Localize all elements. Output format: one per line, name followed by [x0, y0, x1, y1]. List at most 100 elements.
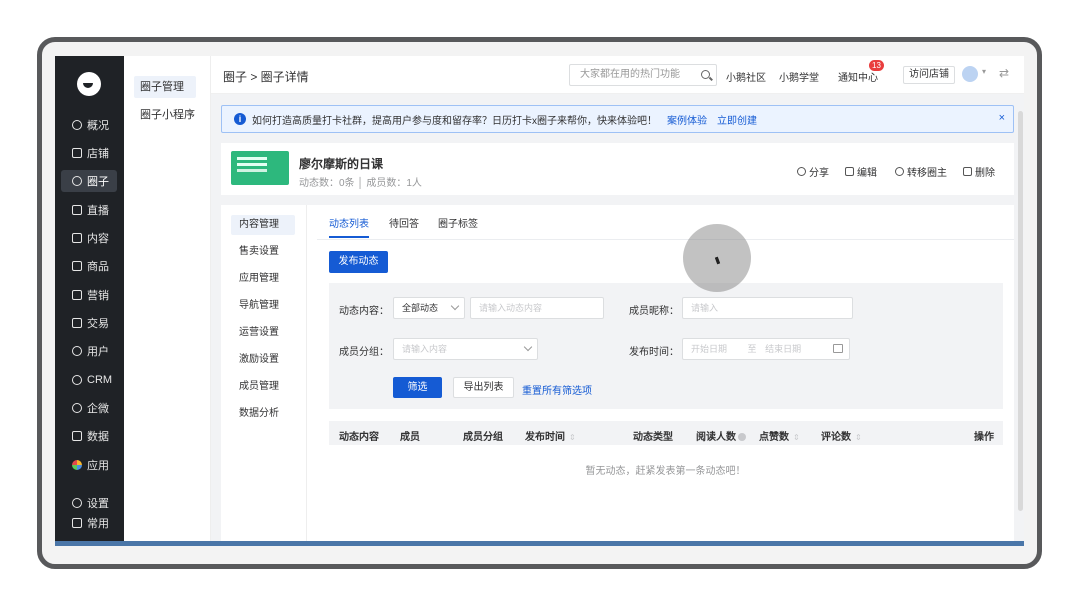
delete-button[interactable]: 删除 — [963, 164, 995, 179]
nav-item-overview[interactable]: 概况 — [61, 114, 117, 136]
subnav-item-circle-manage[interactable]: 圈子管理 — [134, 76, 196, 98]
tab-pending-answers[interactable]: 待回答 — [389, 215, 419, 236]
circle-meta: 动态数：0条 │ 成员数：1人 — [299, 178, 422, 189]
app-logo-icon[interactable] — [77, 72, 101, 96]
nav-label: 营销 — [87, 290, 109, 302]
col-comments-label: 评论数 — [821, 432, 851, 443]
publish-post-button[interactable]: 发布动态 — [329, 251, 388, 273]
help-icon[interactable] — [738, 433, 746, 442]
nav-item-content[interactable]: 内容 — [61, 227, 117, 249]
notification-center-link[interactable]: 通知中心 — [838, 69, 878, 84]
page-scrollbar[interactable] — [1018, 111, 1023, 511]
nav-item-circle[interactable]: 圈子 — [61, 170, 117, 192]
trash-icon — [963, 167, 972, 176]
marketing-icon — [72, 290, 82, 300]
tab-bar: 动态列表 待回答 圈子标签 — [317, 205, 1014, 240]
side-item-nav-manage[interactable]: 导航管理 — [231, 296, 295, 316]
search-icon[interactable] — [701, 70, 710, 79]
academy-link[interactable]: 小鹅学堂 — [779, 69, 819, 84]
create-now-link[interactable]: 立即创建 — [717, 112, 757, 127]
nav-item-wecom[interactable]: 企微 — [61, 397, 117, 419]
transfer-icon — [895, 167, 904, 176]
taskbar-strip — [55, 541, 1024, 546]
share-button[interactable]: 分享 — [797, 164, 829, 179]
nav-label: 圈子 — [87, 176, 109, 188]
circle-cover-image — [231, 151, 289, 185]
col-member: 成员 — [400, 432, 420, 443]
nickname-input[interactable]: 请输入 — [682, 297, 853, 319]
subnav-item-circle-miniprogram[interactable]: 圈子小程序 — [134, 104, 196, 126]
chevron-down-icon[interactable]: ▾ — [982, 67, 986, 76]
community-link[interactable]: 小鹅社区 — [726, 69, 766, 84]
nav-item-data[interactable]: 数据 — [61, 425, 117, 447]
user-icon — [72, 346, 82, 356]
col-publish-time[interactable]: 发布时间 ⇕ — [525, 428, 576, 443]
chevron-down-icon — [523, 342, 533, 352]
content-search-input[interactable]: 请输入动态内容 — [470, 297, 604, 319]
case-experience-link[interactable]: 案例体验 — [667, 112, 707, 127]
export-list-button[interactable]: 导出列表 — [453, 377, 514, 398]
side-item-content-manage[interactable]: 内容管理 — [231, 215, 295, 235]
side-item-app-manage[interactable]: 应用管理 — [231, 269, 295, 289]
nav-item-store[interactable]: 店铺 — [61, 142, 117, 164]
crm-icon — [72, 375, 82, 385]
reset-filters-link[interactable]: 重置所有筛选项 — [522, 382, 592, 397]
group-select[interactable]: 请输入内容 — [393, 338, 538, 360]
transfer-label: 转移圈主 — [907, 168, 947, 179]
nav-item-crm[interactable]: CRM — [61, 369, 117, 391]
table-header: 动态内容 成员 成员分组 发布时间 ⇕ 动态类型 阅读人数 点赞数 ⇕ 评论数 ⇕ 操… — [329, 421, 1003, 445]
nav-label: 常用 — [87, 518, 109, 530]
primary-nav: 概况 店铺 圈子 直播 内容 商品 营销 交易 用户 CRM 企微 数据 应用 … — [55, 56, 124, 546]
edit-button[interactable]: 编辑 — [845, 164, 877, 179]
edit-icon — [845, 167, 854, 176]
filter-button[interactable]: 筛选 — [393, 377, 442, 398]
circle-icon — [72, 176, 82, 186]
side-item-ops-settings[interactable]: 运营设置 — [231, 323, 295, 343]
nav-label: 用户 — [87, 346, 109, 358]
nav-label: CRM — [87, 374, 113, 386]
avatar[interactable] — [962, 66, 978, 82]
content-type-select[interactable]: 全部动态 — [393, 297, 465, 319]
switch-icon[interactable]: ⇄ — [999, 66, 1009, 80]
sort-icon[interactable]: ⇕ — [793, 433, 800, 442]
side-item-data-analysis[interactable]: 数据分析 — [231, 404, 295, 424]
info-icon: i — [234, 113, 246, 125]
side-item-member-manage[interactable]: 成员管理 — [231, 377, 295, 397]
tab-feed-list[interactable]: 动态列表 — [329, 215, 369, 238]
nav-label: 店铺 — [87, 148, 109, 160]
secondary-nav: 圈子管理 圈子小程序 — [124, 56, 211, 546]
transfer-owner-button[interactable]: 转移圈主 — [895, 164, 947, 179]
notification-badge: 13 — [869, 60, 884, 71]
nav-label: 应用 — [87, 460, 109, 472]
group-filter-label: 成员分组： — [339, 347, 389, 358]
sort-icon[interactable]: ⇕ — [855, 433, 862, 442]
nav-item-apps[interactable]: 应用 — [61, 454, 117, 476]
sort-icon[interactable]: ⇕ — [569, 433, 576, 442]
nav-item-user[interactable]: 用户 — [61, 340, 117, 362]
tab-circle-tags[interactable]: 圈子标签 — [438, 215, 478, 236]
breadcrumb: 圈子 > 圈子详情 — [223, 70, 309, 84]
circle-title: 廖尔摩斯的日课 — [299, 157, 384, 171]
trade-icon — [72, 318, 82, 328]
nav-item-settings[interactable]: 设置 — [61, 492, 117, 514]
search-input[interactable]: 大家都在用的热门功能 — [569, 64, 717, 86]
close-icon[interactable]: × — [999, 112, 1005, 124]
edit-label: 编辑 — [857, 168, 877, 179]
visit-store-button[interactable]: 访问店铺 — [903, 66, 955, 84]
date-range-separator: 至 — [747, 344, 757, 354]
col-publish-time-label: 发布时间 — [525, 432, 565, 443]
col-comments[interactable]: 评论数 ⇕ — [821, 428, 862, 443]
col-likes[interactable]: 点赞数 ⇕ — [759, 428, 800, 443]
side-item-sale-settings[interactable]: 售卖设置 — [231, 242, 295, 262]
nav-item-live[interactable]: 直播 — [61, 199, 117, 221]
notice-text: 如何打造高质量打卡社群，提高用户参与度和留存率？日历打卡x圈子来帮你，快来体验吧… — [252, 115, 657, 127]
nav-item-marketing[interactable]: 营销 — [61, 284, 117, 306]
date-range-picker[interactable]: 开始日期 至 结束日期 — [682, 338, 850, 360]
nickname-filter-label: 成员昵称： — [629, 306, 679, 317]
apps-icon — [72, 460, 82, 470]
circle-info-card: 廖尔摩斯的日课 动态数：0条 │ 成员数：1人 分享 编辑 转移圈主 删除 — [221, 143, 1014, 195]
nav-item-goods[interactable]: 商品 — [61, 255, 117, 277]
nav-item-trade[interactable]: 交易 — [61, 312, 117, 334]
side-item-incentive-settings[interactable]: 激励设置 — [231, 350, 295, 370]
nav-item-favorites[interactable]: 常用 — [61, 512, 117, 534]
